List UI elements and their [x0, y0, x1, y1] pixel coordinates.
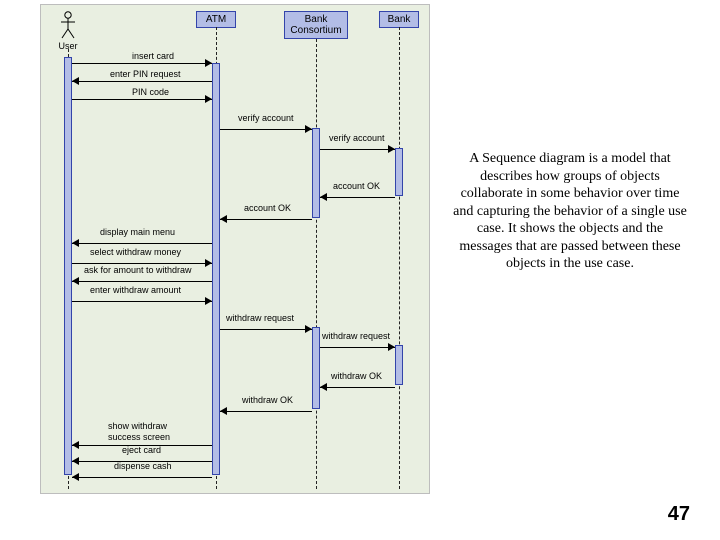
- sequence-diagram-panel: User ATM Bank Consortium Bank insert car…: [40, 4, 430, 494]
- activation-consortium-2: [312, 327, 320, 409]
- activation-bank-2: [395, 345, 403, 385]
- actor-user: User: [53, 11, 83, 51]
- lifeline-bank: [399, 27, 400, 489]
- description-text: A Sequence diagram is a model that descr…: [450, 150, 690, 273]
- page-number: 47: [668, 503, 690, 526]
- msg-withdraw-ok-1: withdraw OK: [320, 381, 395, 393]
- msg-show-withdraw-success: show withdraw success screen: [72, 427, 212, 439]
- msg-enter-withdraw-amount: enter withdraw amount: [72, 295, 212, 307]
- activation-atm: [212, 63, 220, 475]
- participant-bank: Bank: [379, 11, 419, 28]
- activation-user: [64, 57, 72, 475]
- participant-consortium-label2: Consortium: [290, 25, 341, 36]
- msg-dispense-cash: dispense cash: [72, 471, 212, 483]
- msg-pin-code: PIN code: [72, 93, 212, 105]
- activation-consortium-1: [312, 128, 320, 218]
- msg-verify-account-2: verify account: [320, 143, 395, 155]
- participant-bank-label: Bank: [388, 14, 411, 25]
- msg-account-ok-1: account OK: [320, 191, 395, 203]
- participant-atm-label: ATM: [206, 14, 226, 25]
- msg-account-ok-2: account OK: [220, 213, 312, 225]
- msg-withdraw-request-1: withdraw request: [220, 323, 312, 335]
- msg-insert-card: insert card: [72, 57, 212, 69]
- msg-enter-pin-request: enter PIN request: [72, 75, 212, 87]
- activation-bank-1: [395, 148, 403, 196]
- participant-atm: ATM: [196, 11, 236, 28]
- msg-withdraw-ok-2: withdraw OK: [220, 405, 312, 417]
- msg-verify-account-1: verify account: [220, 123, 312, 135]
- participant-consortium-label1: Bank: [305, 14, 328, 25]
- participant-consortium: Bank Consortium: [284, 11, 348, 39]
- person-icon: [59, 11, 77, 39]
- msg-withdraw-request-2: withdraw request: [320, 341, 395, 353]
- lifeline-consortium: [316, 39, 317, 489]
